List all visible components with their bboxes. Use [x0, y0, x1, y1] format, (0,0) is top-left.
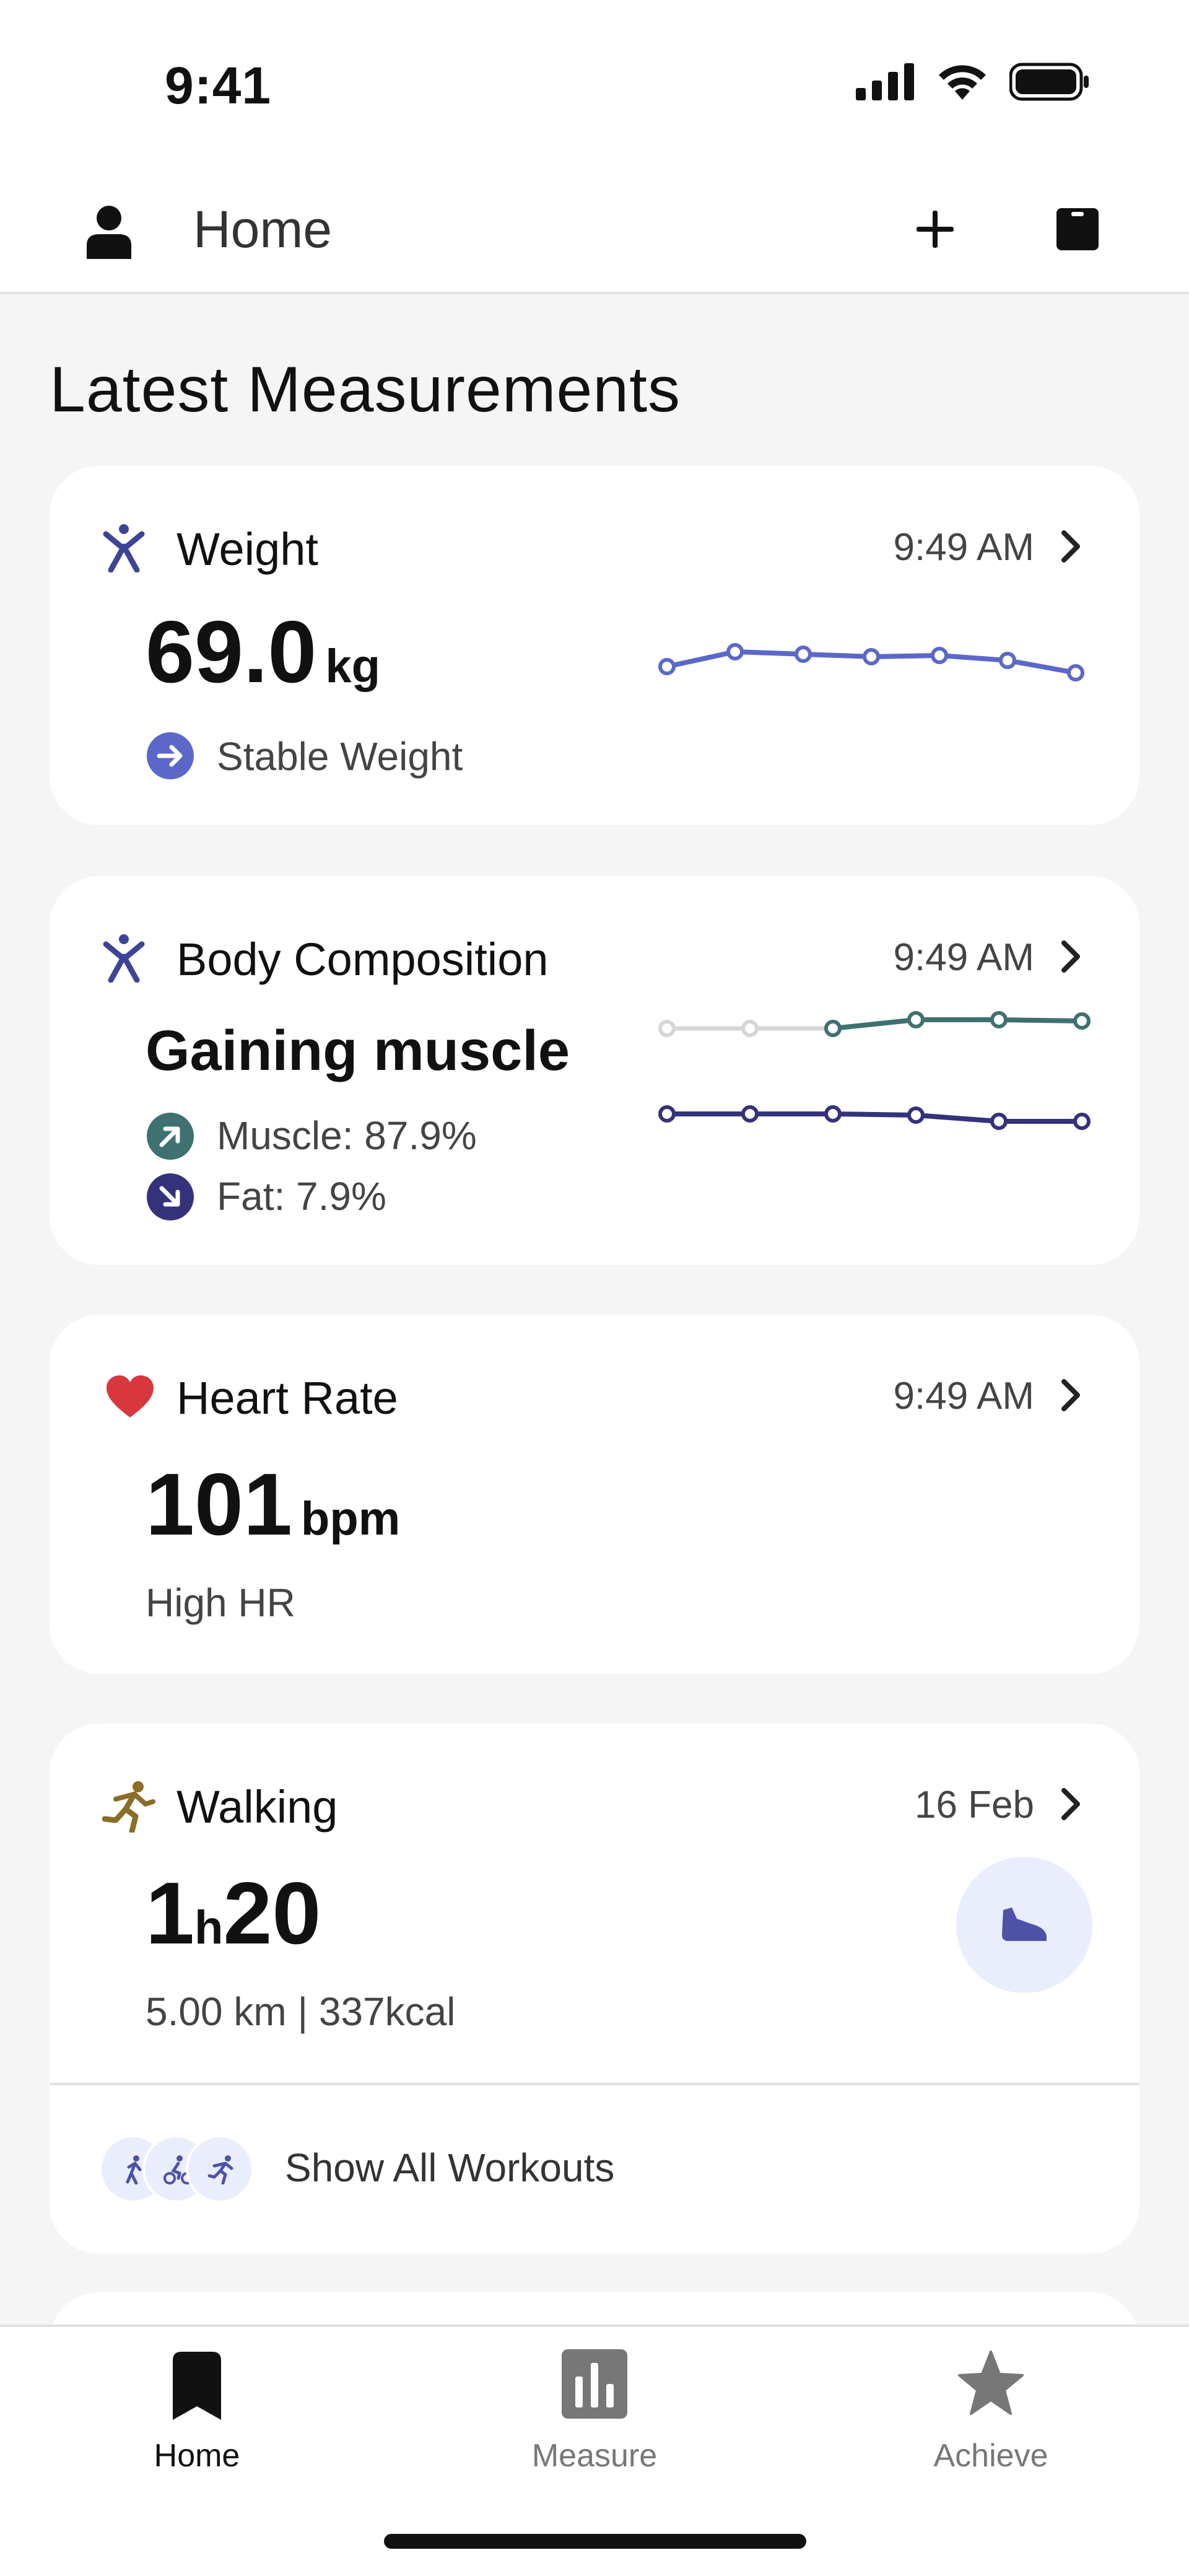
walking-duration: 1h20	[146, 1864, 321, 1963]
section-title: Latest Measurements	[50, 354, 681, 426]
cellular-signal-icon	[856, 63, 914, 100]
chevron-right-icon[interactable]	[1059, 939, 1084, 974]
heart-rate-title: Heart Rate	[176, 1372, 398, 1424]
muscle-value: Muscle: 87.9%	[217, 1113, 477, 1158]
add-icon[interactable]	[910, 204, 960, 254]
walking-date: 16 Feb	[914, 1784, 1034, 1826]
body-composition-trend-chart	[658, 1011, 1091, 1130]
status-time: 9:41	[165, 56, 272, 115]
weight-status: Stable Weight	[217, 734, 463, 779]
running-person-icon	[102, 1781, 155, 1833]
wifi-icon	[939, 65, 986, 100]
chevron-right-icon[interactable]	[1059, 1378, 1084, 1413]
weight-title: Weight	[176, 524, 318, 575]
heart-rate-time: 9:49 AM	[893, 1375, 1034, 1417]
battery-icon	[1009, 63, 1089, 101]
running-workout-icon	[186, 2135, 254, 2203]
walking-details: 5.00 km | 337kcal	[146, 1989, 456, 2034]
heart-icon	[107, 1375, 154, 1417]
top-bar	[0, 180, 1189, 294]
tab-achieve-label: Achieve	[933, 2438, 1048, 2474]
arrow-right-icon	[147, 732, 194, 779]
weight-unit: kg	[325, 640, 381, 693]
weight-card[interactable]: Weight 9:49 AM 69.0 kg Stable Weight	[50, 466, 1139, 825]
page-title: Home	[193, 200, 333, 258]
arrow-up-right-icon	[147, 1113, 194, 1160]
arrow-down-right-icon	[147, 1173, 194, 1220]
body-person-icon	[103, 934, 145, 983]
chevron-right-icon[interactable]	[1059, 1787, 1084, 1821]
heart-rate-card[interactable]: Heart Rate 9:49 AM 101 bpm High HR	[50, 1315, 1139, 1674]
heart-rate-unit: bpm	[300, 1492, 401, 1545]
user-profile-icon[interactable]	[84, 204, 134, 259]
status-bar: 9:41	[0, 0, 1189, 180]
home-bookmark-icon	[173, 2352, 221, 2420]
body-composition-headline: Gaining muscle	[146, 1019, 570, 1082]
weight-value: 69.0 kg	[146, 603, 381, 701]
home-indicator	[384, 2534, 806, 2549]
body-composition-title: Body Composition	[176, 934, 549, 985]
show-all-workouts-label: Show All Workouts	[285, 2145, 615, 2190]
walking-shoe-badge	[956, 1857, 1092, 1993]
star-icon	[958, 2350, 1024, 2415]
heart-rate-value: 101 bpm	[146, 1455, 401, 1554]
weight-trend-chart	[658, 643, 1084, 681]
chevron-right-icon[interactable]	[1059, 529, 1084, 564]
bar-chart-icon	[562, 2349, 627, 2419]
tab-measure-label: Measure	[531, 2438, 658, 2474]
heart-rate-status: High HR	[146, 1580, 295, 1625]
shoe-icon	[1002, 1908, 1047, 1941]
device-icon[interactable]	[1053, 204, 1102, 254]
body-composition-time: 9:49 AM	[893, 936, 1034, 979]
walking-title: Walking	[176, 1781, 338, 1833]
show-all-workouts-row[interactable]: Show All Workouts	[50, 2085, 1139, 2254]
body-person-icon	[103, 524, 145, 572]
body-composition-card[interactable]: Body Composition 9:49 AM Gaining muscle …	[50, 876, 1139, 1265]
tab-home-label: Home	[154, 2438, 240, 2474]
fat-value: Fat: 7.9%	[217, 1174, 386, 1219]
status-icons	[856, 62, 1090, 102]
walking-card[interactable]: Walking 16 Feb 1h20 5.00 km | 337kcal Sh…	[50, 1724, 1139, 2254]
weight-time: 9:49 AM	[893, 526, 1034, 569]
